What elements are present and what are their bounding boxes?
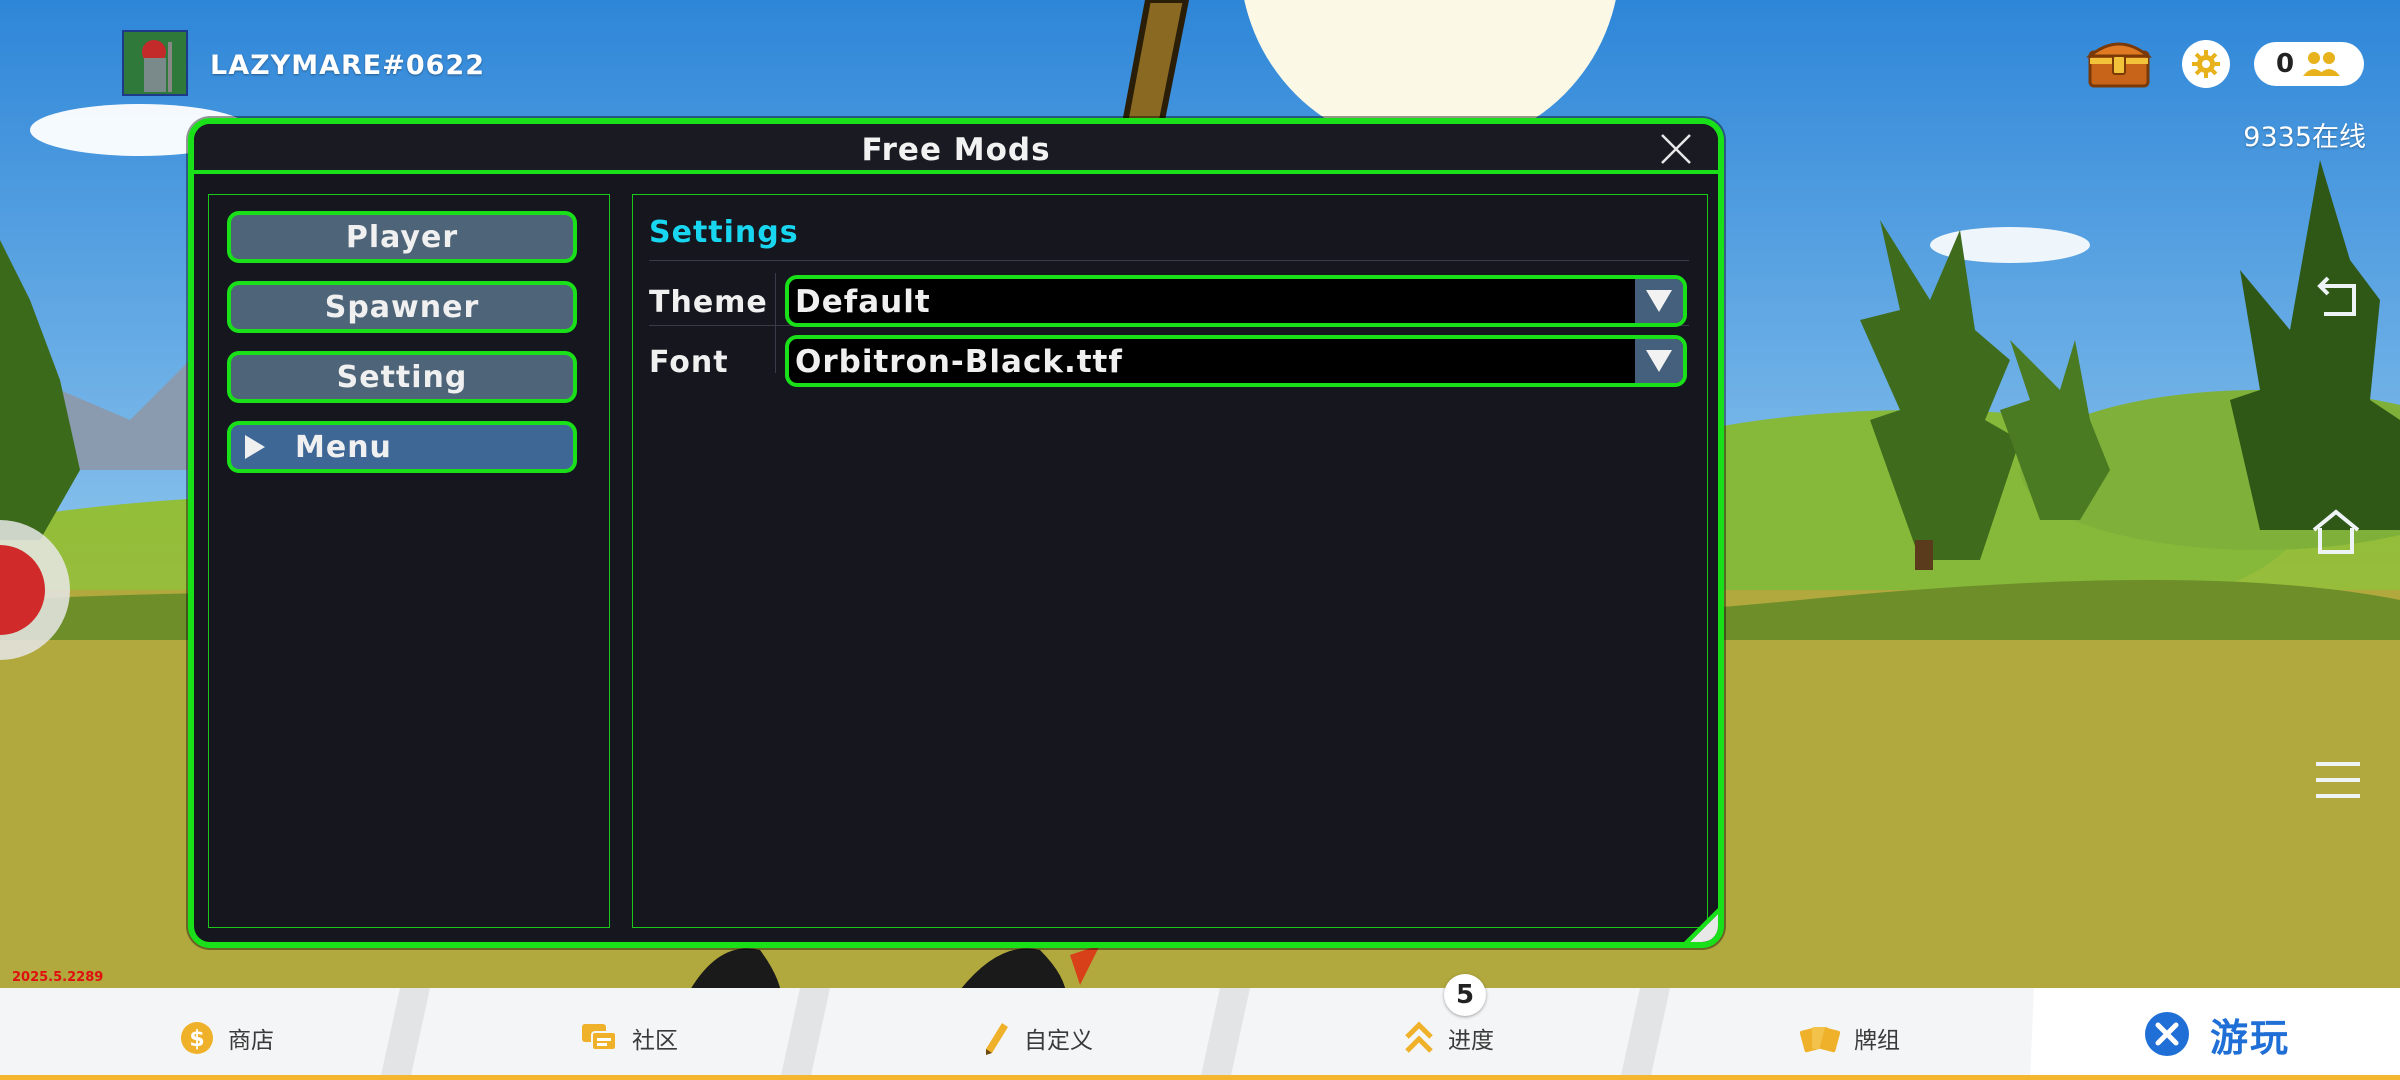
- chevron-up-icon: [1404, 1021, 1434, 1055]
- expand-arrow-icon: [245, 435, 265, 459]
- player-avatar[interactable]: [122, 30, 188, 96]
- nav-menu-label: Menu: [295, 429, 392, 465]
- tab-decks[interactable]: 牌组: [1800, 1010, 1900, 1066]
- section-divider: [649, 260, 1689, 261]
- chevron-down-icon[interactable]: [1635, 339, 1683, 383]
- font-label: Font: [649, 345, 729, 380]
- back-icon[interactable]: [2314, 272, 2362, 320]
- nav-spawner-button[interactable]: Spawner: [227, 281, 577, 333]
- settings-panel: Settings Theme Default Font Orbitron-Bla…: [632, 194, 1708, 928]
- close-icon[interactable]: [1658, 131, 1694, 167]
- play-button[interactable]: 游玩: [2034, 988, 2400, 1080]
- nav-menu-button[interactable]: Menu: [227, 421, 577, 473]
- nav-setting-button[interactable]: Setting: [227, 351, 577, 403]
- font-value: Orbitron-Black.ttf: [795, 344, 1123, 380]
- resize-handle-icon[interactable]: [1684, 908, 1718, 942]
- nav-player-button[interactable]: Player: [227, 211, 577, 263]
- play-x-icon: [2144, 1012, 2189, 1056]
- tab-progress[interactable]: 进度: [1404, 1010, 1494, 1066]
- pencil-icon: [984, 1021, 1010, 1055]
- play-label: 游玩: [2209, 1015, 2290, 1060]
- tab-shop-label: 商店: [228, 1028, 274, 1054]
- theme-label: Theme: [649, 285, 768, 320]
- svg-text:$: $: [189, 1027, 204, 1052]
- tab-customize[interactable]: 自定义: [984, 1010, 1093, 1066]
- tab-community[interactable]: 社区: [580, 1010, 678, 1066]
- theme-select[interactable]: Default: [785, 275, 1687, 327]
- tab-community-label: 社区: [632, 1028, 678, 1054]
- theme-value: Default: [795, 284, 931, 320]
- modal-header[interactable]: Free Mods: [194, 124, 1718, 174]
- friends-icon: [2303, 52, 2341, 76]
- tab-progress-label: 进度: [1448, 1028, 1494, 1054]
- settings-gear-button[interactable]: [2182, 40, 2230, 88]
- section-title: Settings: [649, 215, 799, 250]
- free-mods-modal: Free Mods Player Spawner Setting Menu Se…: [188, 118, 1724, 948]
- font-select[interactable]: Orbitron-Black.ttf: [785, 335, 1687, 387]
- chest-icon[interactable]: [2085, 34, 2153, 90]
- version-label: 2025.5.2289: [12, 970, 104, 985]
- tab-customize-label: 自定义: [1024, 1028, 1093, 1054]
- chevron-down-icon[interactable]: [1635, 279, 1683, 323]
- coin-icon: $: [180, 1021, 214, 1055]
- gear-icon: [2192, 50, 2220, 78]
- chat-icon: [580, 1022, 618, 1054]
- menu-icon[interactable]: [2314, 758, 2362, 802]
- home-icon[interactable]: [2310, 508, 2362, 556]
- tab-shop[interactable]: $ 商店: [180, 1010, 274, 1066]
- tab-decks-label: 牌组: [1854, 1028, 1900, 1054]
- online-count: 9335在线: [2243, 122, 2366, 153]
- friends-button[interactable]: 0: [2254, 42, 2364, 86]
- player-name: LAZYMARE#0622: [210, 50, 485, 81]
- mod-nav-panel: Player Spawner Setting Menu: [208, 194, 610, 928]
- cards-icon: [1800, 1023, 1840, 1053]
- friends-count: 0: [2275, 49, 2295, 79]
- column-divider: [775, 273, 776, 373]
- modal-title: Free Mods: [861, 132, 1051, 168]
